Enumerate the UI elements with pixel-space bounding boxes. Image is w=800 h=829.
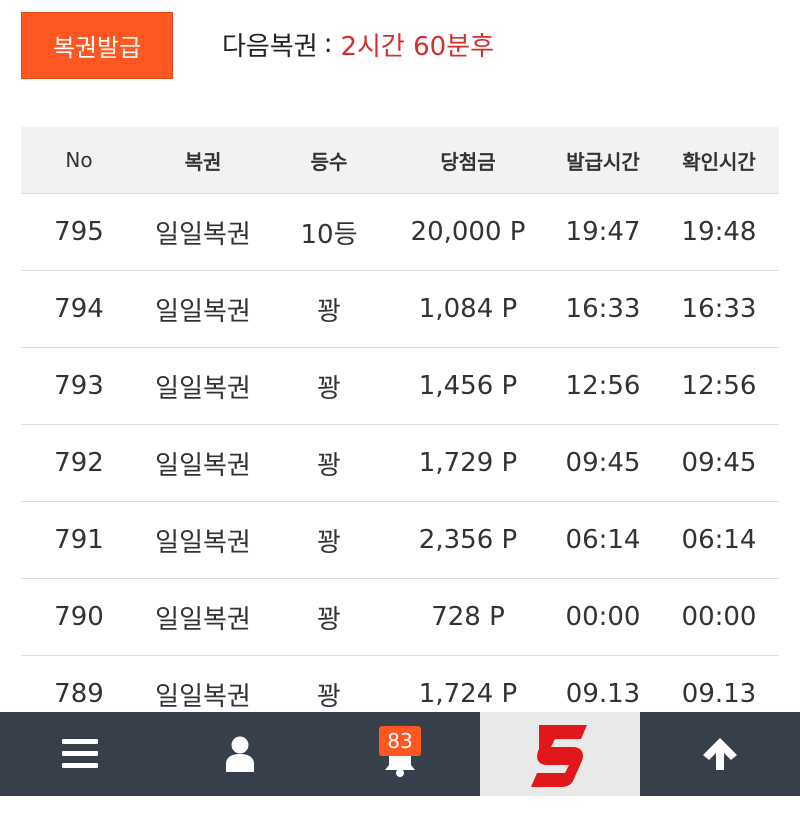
cell-issue-time: 12:56 — [547, 347, 659, 425]
cell-issue-time: 06:14 — [547, 501, 659, 579]
cell-no: 790 — [21, 578, 137, 656]
cell-prize: 1,084 P — [389, 270, 547, 348]
logo-icon — [531, 725, 587, 787]
arrow-up-icon — [703, 738, 737, 770]
cell-prize: 728 P — [389, 578, 547, 656]
cell-lottery: 일일복권 — [137, 193, 269, 271]
table-row: 795 일일복권 10등 20,000 P 19:47 19:48 — [21, 193, 779, 271]
cell-check-time: 12:56 — [659, 347, 779, 425]
col-header-no: No — [21, 127, 137, 194]
cell-issue-time: 09:45 — [547, 424, 659, 502]
cell-prize: 20,000 P — [389, 193, 547, 271]
cell-issue-time: 16:33 — [547, 270, 659, 348]
cell-lottery: 일일복권 — [137, 578, 269, 656]
profile-button[interactable] — [160, 712, 320, 796]
col-header-prize: 당첨금 — [389, 127, 547, 194]
menu-icon — [62, 739, 98, 768]
cell-check-time: 00:00 — [659, 578, 779, 656]
next-lottery-info: 다음복권 : 2시간 60분후 — [222, 22, 494, 66]
cell-rank: 꽝 — [269, 347, 389, 425]
cell-check-time: 09:45 — [659, 424, 779, 502]
cell-lottery: 일일복권 — [137, 347, 269, 425]
cell-no: 791 — [21, 501, 137, 579]
cell-issue-time: 19:47 — [547, 193, 659, 271]
user-icon — [226, 736, 254, 772]
table-row: 792 일일복권 꽝 1,729 P 09:45 09:45 — [21, 424, 779, 502]
table-row: 794 일일복권 꽝 1,084 P 16:33 16:33 — [21, 270, 779, 348]
cell-prize: 1,456 P — [389, 347, 547, 425]
scroll-top-button[interactable] — [640, 712, 800, 796]
table-row: 790 일일복권 꽝 728 P 00:00 00:00 — [21, 578, 779, 656]
home-logo-button[interactable] — [480, 712, 640, 796]
cell-no: 795 — [21, 193, 137, 271]
next-lottery-label: 다음복권 — [222, 31, 318, 62]
cell-rank: 10등 — [269, 193, 389, 271]
col-header-check-time: 확인시간 — [659, 127, 779, 194]
table-row: 791 일일복권 꽝 2,356 P 06:14 06:14 — [21, 501, 779, 579]
cell-no: 793 — [21, 347, 137, 425]
cell-prize: 1,729 P — [389, 424, 547, 502]
cell-check-time: 06:14 — [659, 501, 779, 579]
cell-rank: 꽝 — [269, 424, 389, 502]
cell-lottery: 일일복권 — [137, 424, 269, 502]
cell-issue-time: 00:00 — [547, 578, 659, 656]
menu-button[interactable] — [0, 712, 160, 796]
next-lottery-time: 2시간 60분후 — [340, 31, 495, 62]
cell-lottery: 일일복권 — [137, 270, 269, 348]
next-lottery-separator: : — [323, 29, 333, 59]
cell-rank: 꽝 — [269, 270, 389, 348]
lottery-history-table: No 복권 등수 당첨금 발급시간 확인시간 795 일일복권 10등 20,0… — [21, 127, 779, 733]
cell-no: 792 — [21, 424, 137, 502]
col-header-rank: 등수 — [269, 127, 389, 194]
table-row: 793 일일복권 꽝 1,456 P 12:56 12:56 — [21, 347, 779, 425]
notification-count-badge: 83 — [379, 726, 421, 756]
cell-rank: 꽝 — [269, 501, 389, 579]
col-header-lottery: 복권 — [137, 127, 269, 194]
cell-no: 794 — [21, 270, 137, 348]
cell-prize: 2,356 P — [389, 501, 547, 579]
cell-lottery: 일일복권 — [137, 501, 269, 579]
cell-check-time: 19:48 — [659, 193, 779, 271]
table-header-row: No 복권 등수 당첨금 발급시간 확인시간 — [21, 127, 779, 194]
cell-rank: 꽝 — [269, 578, 389, 656]
col-header-issue-time: 발급시간 — [547, 127, 659, 194]
issue-lottery-button[interactable]: 복권발급 — [21, 12, 173, 79]
cell-check-time: 16:33 — [659, 270, 779, 348]
